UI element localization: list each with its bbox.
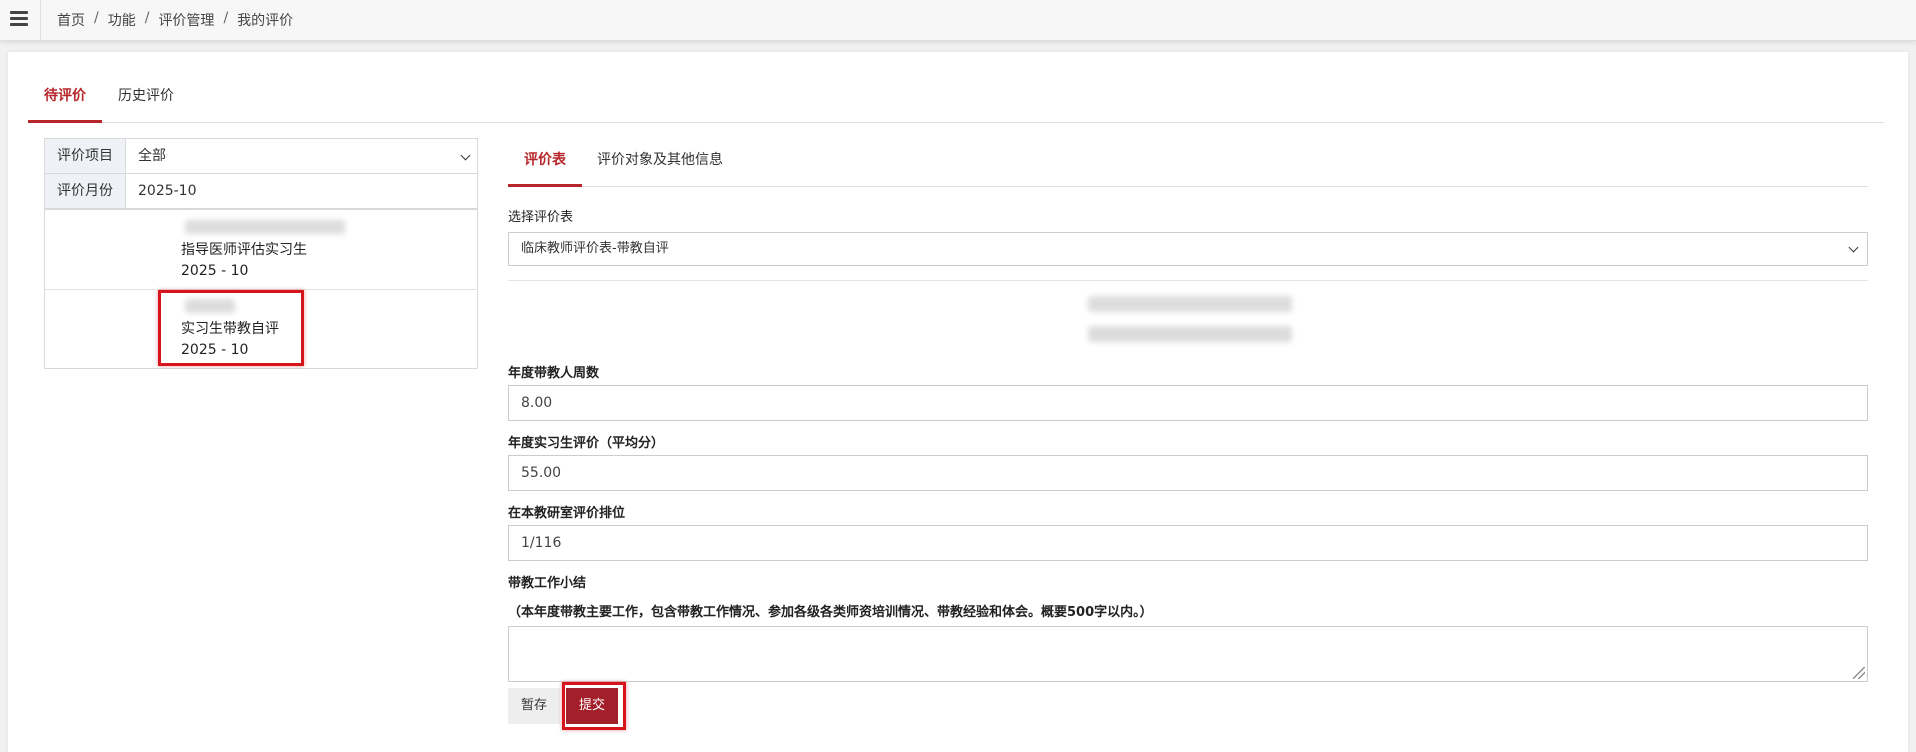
divider <box>40 0 41 40</box>
project-label: 评价项目 <box>45 139 126 173</box>
sub-tabs: 评价表 评价对象及其他信息 <box>508 140 1868 187</box>
summary-hint: （本年度带教主要工作，包含带教工作情况、参加各级各类师资培训情况、带教经验和体会… <box>508 605 1153 620</box>
month-label: 评价月份 <box>45 174 126 208</box>
field2-label: 年度实习生评价（平均分） <box>508 436 665 451</box>
evaluation-form-select[interactable]: 临床教师评价表-带教自评 <box>508 232 1868 266</box>
select-form-label: 选择评价表 <box>508 210 574 225</box>
redacted-text <box>1088 296 1292 312</box>
divider <box>508 280 1868 281</box>
weeks-input[interactable]: 8.00 <box>508 385 1868 421</box>
project-select[interactable]: 全部 <box>126 139 477 173</box>
main-tabs: 待评价 历史评价 <box>28 76 1884 123</box>
breadcrumb-evaluation-management[interactable]: 评价管理 <box>158 10 214 30</box>
redacted-text <box>185 220 345 234</box>
average-score-input[interactable]: 55.00 <box>508 455 1868 491</box>
menu-icon[interactable] <box>10 11 28 27</box>
summary-label: 带教工作小结 <box>508 576 587 591</box>
list-item-title: 指导医师评估实习生 <box>181 242 307 258</box>
top-bar: 首页 / 功能 / 评价管理 / 我的评价 <box>0 0 1916 41</box>
tab-history[interactable]: 历史评价 <box>118 76 174 120</box>
chevron-down-icon <box>1848 242 1859 253</box>
list-item-date: 2025 - 10 <box>181 263 249 279</box>
resize-handle-icon[interactable] <box>1853 667 1865 679</box>
field3-label: 在本教研室评价排位 <box>508 506 626 521</box>
save-draft-button[interactable]: 暂存 <box>508 688 560 724</box>
tab-evaluation-target[interactable]: 评价对象及其他信息 <box>597 140 723 184</box>
project-value: 全部 <box>138 148 166 164</box>
tab-evaluation-form[interactable]: 评价表 <box>508 140 582 187</box>
breadcrumb-function[interactable]: 功能 <box>108 10 136 30</box>
breadcrumb-home[interactable]: 首页 <box>57 10 85 30</box>
filter-table: 评价项目 全部 评价月份 2025-10 <box>44 138 478 209</box>
list-item[interactable]: 指导医师评估实习生 2025 - 10 <box>45 210 477 290</box>
chevron-down-icon <box>460 150 471 161</box>
month-input[interactable]: 2025-10 <box>126 174 477 208</box>
ranking-input[interactable]: 1/116 <box>508 525 1868 561</box>
redacted-text <box>1088 326 1292 342</box>
highlight-box <box>158 290 304 366</box>
breadcrumb-my-evaluation: 我的评价 <box>237 13 294 29</box>
field1-label: 年度带教人周数 <box>508 366 600 381</box>
summary-textarea[interactable] <box>508 626 1868 682</box>
breadcrumb: 首页 / 功能 / 评价管理 / 我的评价 <box>57 10 294 30</box>
highlight-box <box>562 682 626 730</box>
evaluation-form-value: 临床教师评价表-带教自评 <box>521 241 669 256</box>
tab-pending[interactable]: 待评价 <box>28 76 102 123</box>
